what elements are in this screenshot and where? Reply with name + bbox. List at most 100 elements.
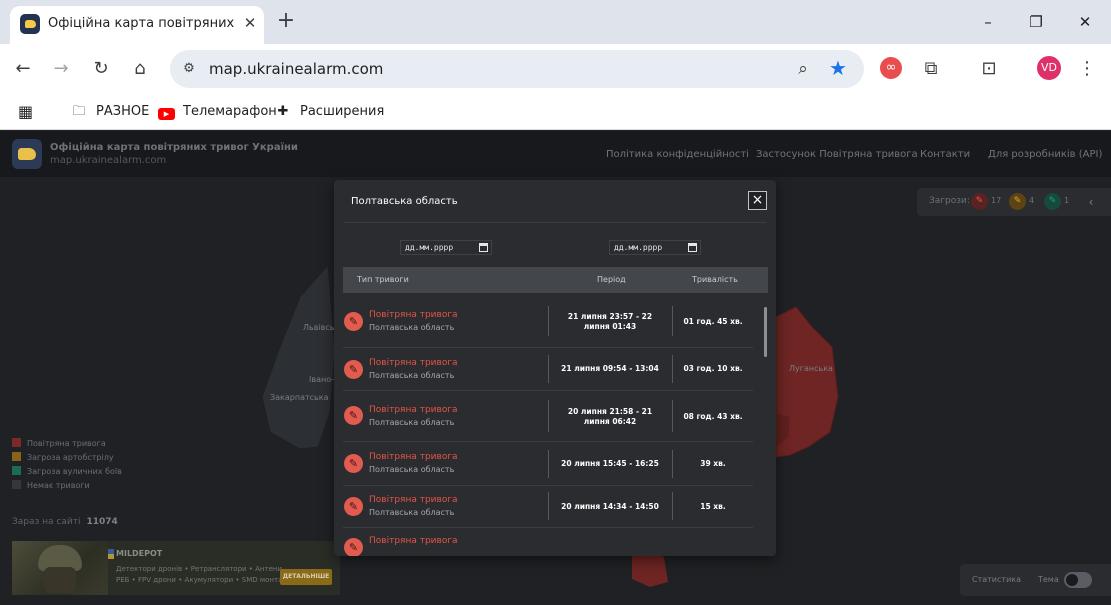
zoom-icon[interactable]: ⌕	[792, 58, 814, 80]
alert-period: 21 липня 23:57 - 22 липня 01:43	[567, 312, 653, 331]
alert-type: Повітряна тривога	[369, 358, 458, 368]
bookmark-telemarathon[interactable]: ▶ Телемарафон	[158, 102, 277, 122]
page: Офіційна карта повітряних тривог України…	[0, 131, 1111, 605]
table-header: Тип тривоги Період Тривалість	[343, 267, 768, 293]
alert-period: 21 липня 09:54 - 13:04	[561, 364, 659, 373]
forward-icon[interactable]: →	[48, 56, 74, 82]
table-row: ✎ Повітряна тривога Полтавська область 2…	[343, 391, 753, 442]
calendar-icon[interactable]	[479, 243, 488, 252]
alert-region: Полтавська область	[369, 371, 455, 380]
url-text[interactable]: map.ukrainealarm.com	[209, 60, 383, 78]
region-history-modal: Полтавська область × дд.мм.рррр дд.мм.рр…	[334, 180, 776, 556]
tab-title: Офіційна карта повітряних тривог України	[48, 16, 234, 31]
threat-count: 1	[1064, 196, 1070, 205]
alert-duration: 08 год. 43 хв.	[683, 412, 743, 421]
new-tab-button[interactable]: +	[274, 10, 298, 34]
missile-icon: ✎	[344, 360, 363, 379]
cast-search-icon[interactable]: ⊡	[976, 56, 1002, 82]
legend-swatch	[12, 452, 21, 461]
legend-street-fights: Загроза вуличних боїв	[12, 466, 122, 478]
modal-close-button[interactable]: ×	[748, 191, 767, 210]
divider	[548, 450, 549, 478]
chevron-left-icon[interactable]: ‹	[1084, 194, 1098, 210]
reload-icon[interactable]: ↻	[88, 56, 114, 82]
date-from-input[interactable]: дд.мм.рррр	[400, 240, 492, 255]
theme-toggle[interactable]	[1064, 572, 1092, 588]
nav-api[interactable]: Для розробників (API)	[988, 149, 1102, 160]
site-header: Офіційна карта повітряних тривог України…	[0, 131, 1111, 177]
nav-contacts[interactable]: Контакти	[920, 149, 970, 160]
map-label-zakarpattia: Закарпатська	[270, 393, 329, 402]
table-row: ✎ Повітряна тривога Полтавська область 2…	[343, 442, 753, 486]
address-bar[interactable]: ⚙ map.ukrainealarm.com ⌕ ★	[170, 50, 864, 88]
alert-region: Полтавська область	[369, 323, 455, 332]
artillery-icon[interactable]: ✎	[1009, 193, 1026, 210]
browser-menu-icon[interactable]: ⋮	[1074, 56, 1100, 82]
street-fight-icon[interactable]: ✎	[1044, 193, 1061, 210]
apps-grid-icon[interactable]: ▦	[18, 102, 33, 122]
home-icon[interactable]: ⌂	[127, 56, 153, 82]
scrollbar-thumb[interactable]	[764, 307, 767, 357]
bookmark-label: РАЗНОЕ	[96, 104, 150, 119]
map-label-luhansk: Луганська	[789, 364, 833, 373]
site-title: Офіційна карта повітряних тривог України	[50, 142, 298, 153]
back-icon[interactable]: ←	[10, 56, 36, 82]
online-counter: Зараз на сайті 11074	[12, 517, 118, 527]
alert-region: Полтавська область	[369, 418, 455, 427]
online-label: Зараз на сайті	[12, 517, 81, 527]
threats-label: Загрози:	[929, 196, 970, 206]
window-close-icon[interactable]: ✕	[1075, 12, 1095, 32]
legend-swatch	[12, 438, 21, 447]
nav-privacy[interactable]: Політика конфіденційності	[606, 149, 749, 160]
table-row: ✎ Повітряна тривога Полтавська область 2…	[343, 486, 753, 528]
ad-banner[interactable]: MILDEPOT Детектори дронів • Ретранслятор…	[12, 541, 340, 595]
alert-type: Повітряна тривога	[369, 495, 458, 505]
bookmark-star-icon[interactable]: ★	[826, 56, 850, 80]
modal-title: Полтавська область	[351, 196, 458, 207]
alert-region: Полтавська область	[369, 508, 455, 517]
calendar-icon[interactable]	[688, 243, 697, 252]
alert-type: Повітряна тривога	[369, 536, 458, 546]
extensions-puzzle-icon[interactable]: ⧉	[918, 56, 944, 82]
site-info-icon[interactable]: ⚙	[178, 58, 200, 80]
divider	[344, 222, 766, 223]
alerts-table[interactable]: ✎ Повітряна тривога Полтавська область 2…	[343, 300, 753, 556]
browser-tab[interactable]: Офіційна карта повітряних тривог України…	[10, 6, 264, 44]
column-period: Період	[597, 275, 626, 284]
minimize-icon[interactable]: –	[978, 12, 998, 32]
missile-icon[interactable]: ✎	[971, 193, 988, 210]
missile-icon: ✎	[344, 406, 363, 425]
alert-duration: 39 хв.	[700, 459, 726, 468]
legend-swatch	[12, 480, 21, 489]
restore-icon[interactable]: ❐	[1026, 12, 1046, 32]
profile-avatar[interactable]: VD	[1037, 56, 1061, 80]
alert-region: Полтавська область	[369, 465, 455, 474]
stats-link[interactable]: Статистика	[972, 575, 1021, 584]
alert-duration: 15 хв.	[700, 502, 726, 511]
table-row: ✎ Повітряна тривога	[343, 528, 753, 556]
puzzle-icon: ✚	[277, 104, 289, 119]
alert-period: 20 липня 15:45 - 16:25	[561, 459, 659, 468]
nav-app[interactable]: Застосунок Повітряна тривога	[756, 149, 918, 160]
tab-close-icon[interactable]: ✕	[240, 13, 260, 33]
site-logo[interactable]	[12, 139, 42, 169]
ad-details-button[interactable]: ДЕТАЛЬНІШЕ	[280, 569, 332, 585]
date-to-input[interactable]: дд.мм.рррр	[609, 240, 701, 255]
missile-icon: ✎	[344, 312, 363, 331]
legend-swatch	[12, 466, 21, 475]
alert-type: Повітряна тривога	[369, 405, 458, 415]
bookmarks-bar: ▦ 🗀 РАЗНОЕ ▶ Телемарафон ✚ Расширения	[0, 94, 1111, 130]
region-west-grey[interactable]	[261, 263, 336, 450]
bookmark-folder[interactable]: 🗀 РАЗНОЕ	[70, 102, 149, 122]
ad-line: Детектори дронів • Ретранслятори • Антен…	[116, 565, 283, 573]
bookmark-label: Телемарафон	[183, 104, 277, 119]
footer-controls: Статистика Тема	[960, 564, 1111, 596]
bookmark-label: Расширения	[300, 104, 385, 119]
missile-icon: ✎	[344, 497, 363, 516]
threats-panel: Загрози: ✎ 17 ✎ 4 ✎ 1 ‹	[917, 188, 1111, 216]
alert-duration: 01 год. 45 хв.	[683, 317, 743, 326]
folder-icon: 🗀	[72, 104, 86, 119]
extension-infinity-icon[interactable]: ∞	[880, 57, 902, 79]
bookmark-extensions[interactable]: ✚ Расширения	[274, 102, 385, 122]
youtube-icon: ▶	[158, 108, 175, 120]
